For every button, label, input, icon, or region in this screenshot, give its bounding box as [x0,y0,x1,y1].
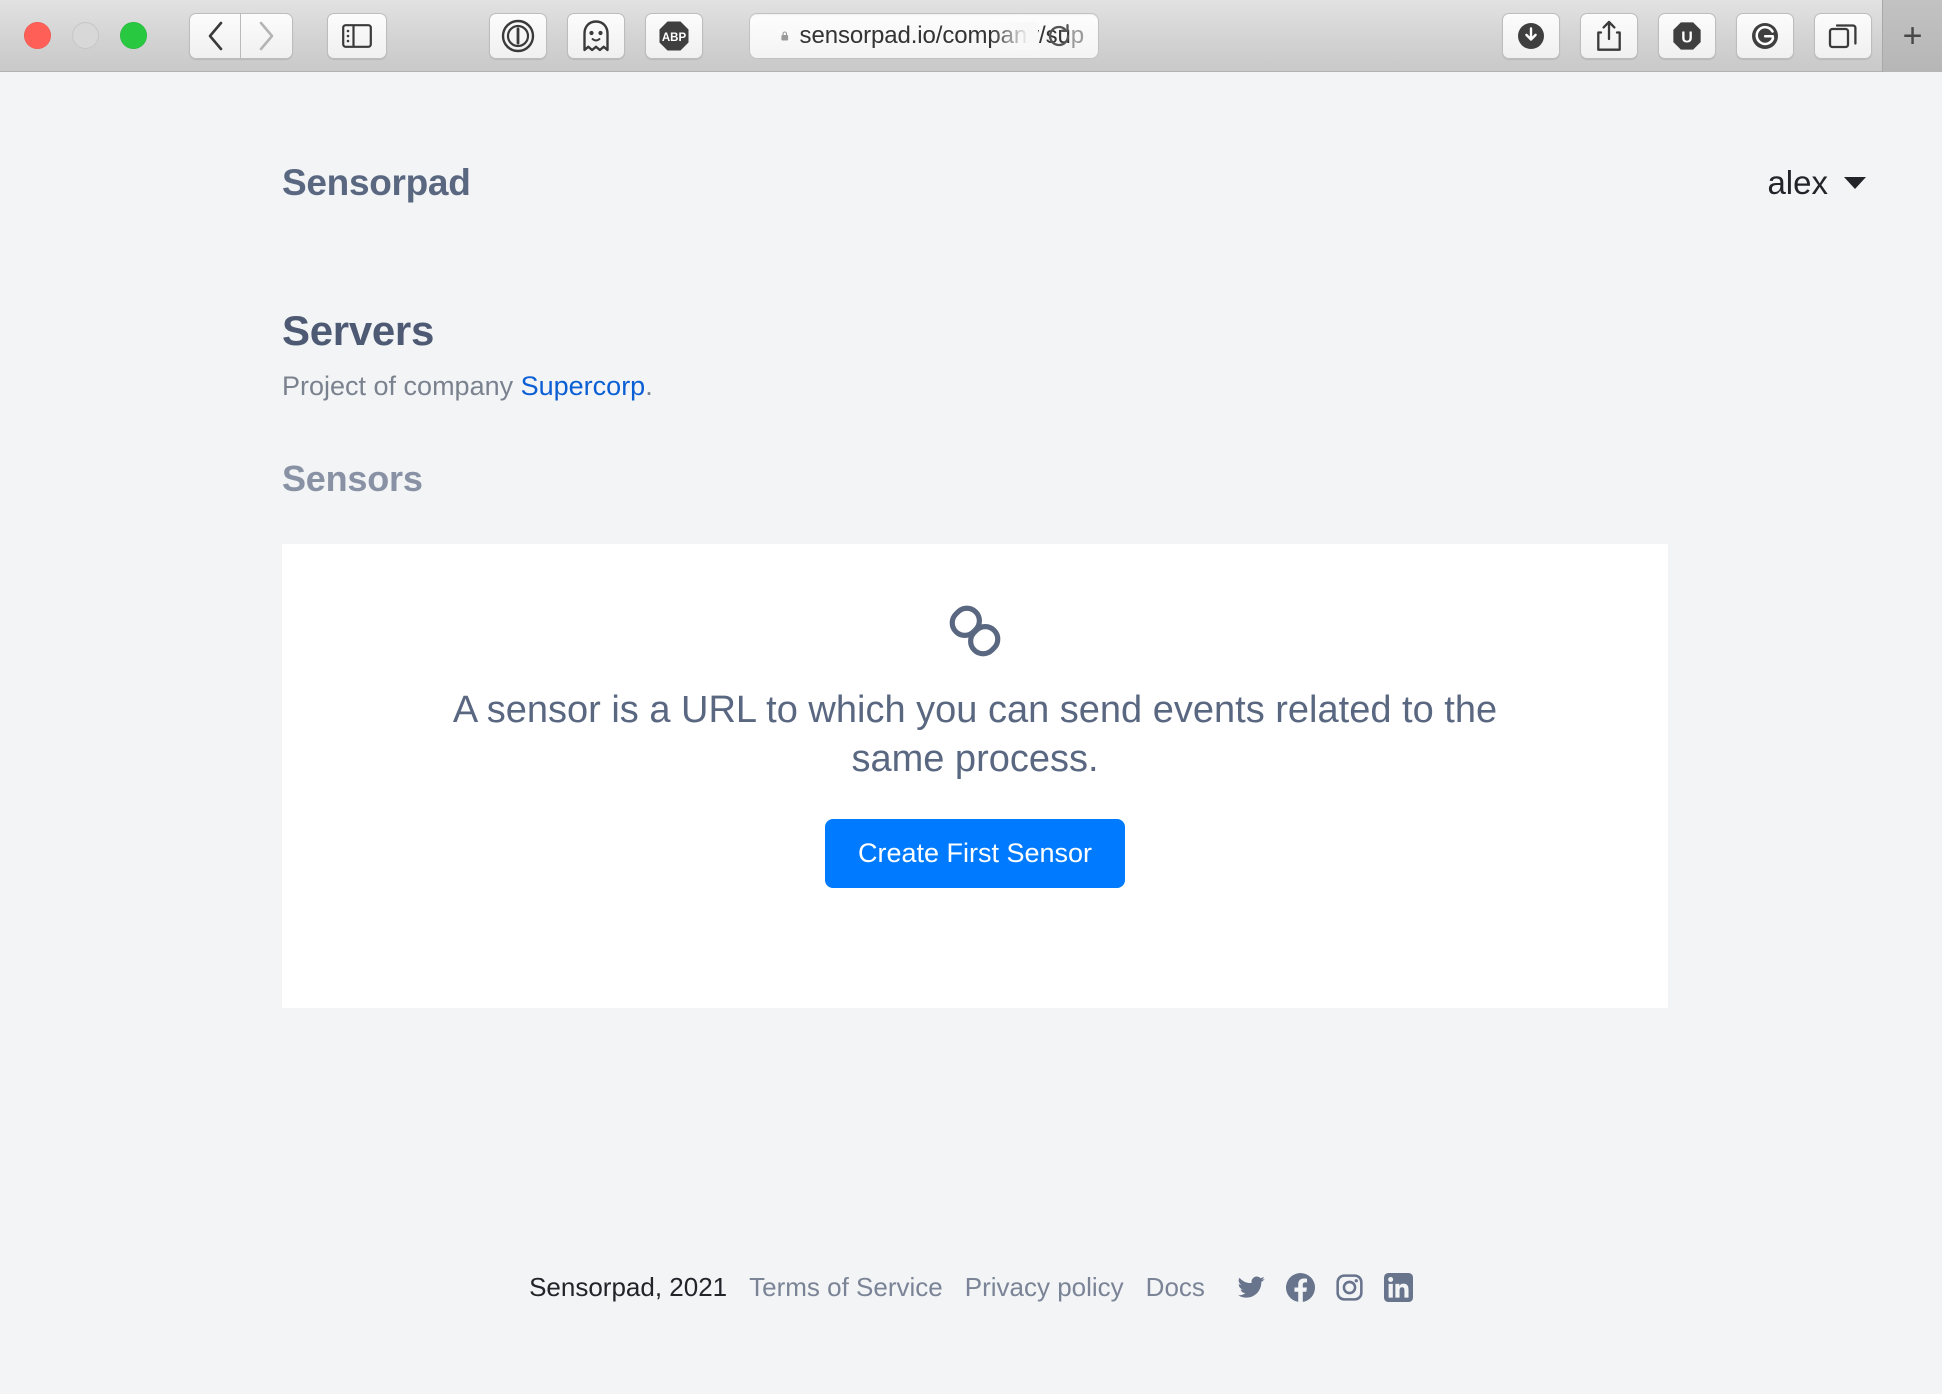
page-title: Servers [282,307,435,354]
back-button[interactable] [189,12,241,59]
site-header: Sensorpad alex [0,72,1942,204]
grammarly-button[interactable] [1736,12,1794,59]
ublock-icon: U [1673,21,1701,50]
reload-button[interactable] [1044,21,1074,51]
browser-tools: U [1502,12,1872,59]
ghostery-extension-button[interactable] [567,12,625,59]
adblock-plus-icon: ABP [659,21,689,50]
user-menu[interactable]: alex [1767,164,1866,202]
footer-link-docs[interactable]: Docs [1146,1272,1205,1303]
social-links [1237,1273,1413,1302]
close-window-button[interactable] [24,22,51,49]
brand-logo[interactable]: Sensorpad [282,162,471,204]
minimize-window-button[interactable] [72,22,99,49]
company-link[interactable]: Supercorp [521,371,646,401]
footer-copyright: Sensorpad, 2021 [529,1272,728,1302]
tab-overview-button[interactable] [1814,12,1872,59]
lock-icon [781,31,789,41]
chevron-left-icon [208,21,223,50]
share-icon [1597,20,1621,51]
address-bar[interactable]: sensorpad.io/company/sup [749,12,1099,59]
new-tab-label: + [1902,16,1923,55]
extension-buttons: ABP [489,12,703,59]
sidebar-toggle-button[interactable] [327,12,387,59]
zoom-window-button[interactable] [120,22,147,49]
tab-overview-icon [1828,23,1857,48]
ublock-origin-button[interactable]: U [1658,12,1716,59]
1password-icon [501,19,535,52]
download-icon [1518,22,1544,49]
main-content: Servers Project of company Supercorp. Se… [0,307,1942,1008]
user-menu-label: alex [1767,164,1828,201]
section-title-sensors: Sensors [282,458,423,499]
sidebar-icon [342,23,372,48]
facebook-icon[interactable] [1285,1273,1315,1302]
site-footer: Sensorpad, 2021 Terms of Service Privacy… [0,1272,1942,1303]
1password-extension-button[interactable] [489,12,547,59]
svg-text:U: U [1681,29,1693,46]
linkedin-icon[interactable] [1383,1273,1413,1302]
new-tab-button[interactable]: + [1882,0,1942,72]
ghostery-ghost-icon [583,19,609,51]
share-button[interactable] [1580,12,1638,59]
grammarly-icon [1752,22,1778,49]
navigation-buttons [189,12,293,59]
reload-icon [1048,23,1070,46]
address-bar-text: sensorpad.io/company/sup [799,21,1085,49]
create-first-sensor-button[interactable]: Create First Sensor [824,818,1126,888]
forward-button[interactable] [241,12,293,59]
page-subtitle-suffix: . [645,371,653,401]
instagram-icon[interactable] [1335,1273,1364,1302]
downloads-button[interactable] [1502,12,1560,59]
page-subtitle: Project of company Supercorp. [282,371,1866,402]
page-subtitle-prefix: Project of company [282,371,521,401]
browser-toolbar: ABP sensorpad.io/company/sup U + [0,0,1942,72]
window-controls [24,22,147,49]
footer-link-terms-of-service[interactable]: Terms of Service [749,1272,943,1303]
empty-state-message: A sensor is a URL to which you can send … [452,689,1498,781]
page-body: Sensorpad alex Servers Project of compan… [0,72,1942,1394]
twitter-icon[interactable] [1237,1273,1266,1302]
link-icon [944,600,1006,662]
footer-link-privacy-policy[interactable]: Privacy policy [965,1272,1124,1303]
chevron-down-icon [1844,177,1866,189]
adblock-plus-extension-button[interactable]: ABP [645,12,703,59]
chevron-right-icon [259,21,273,50]
svg-text:ABP: ABP [662,32,687,44]
sensors-empty-state-card: A sensor is a URL to which you can send … [282,544,1668,1008]
